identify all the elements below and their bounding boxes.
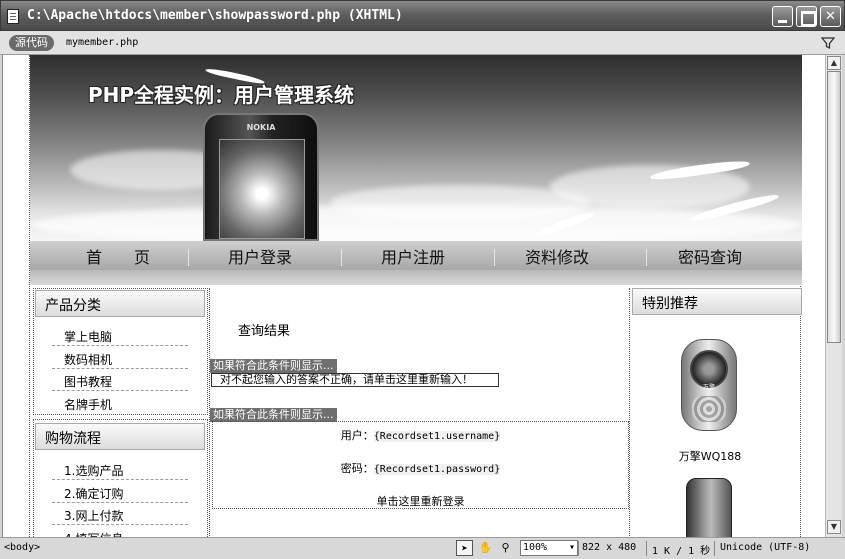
header-banner: PHP全程实例：用户管理系统 NOKIA [30, 55, 802, 241]
category-heading: 产品分类 [35, 290, 205, 317]
design-view[interactable]: PHP全程实例：用户管理系统 NOKIA 首 页 用户登录 用户注册 资料修改 … [2, 55, 825, 537]
process-step[interactable]: 2.确定订购 [52, 481, 188, 503]
filter-icon[interactable] [821, 36, 835, 50]
source-code-button[interactable]: 源代码 [9, 35, 54, 51]
banner-phone-image: NOKIA [203, 113, 319, 241]
status-bar: <body> ➤ ✋ ⚲ 100% 822 x 480 1 K / 1 秒 Un… [0, 537, 845, 559]
password-line: 密码：{Recordset1.password} [213, 460, 628, 476]
password-placeholder: {Recordset1.password} [373, 464, 501, 475]
window-title: C:\Apache\htdocs\member\showpassword.php… [27, 8, 403, 23]
nav-login[interactable]: 用户登录 [228, 244, 292, 268]
credentials-region: 用户：{Recordset1.username} 密码：{Recordset1.… [212, 421, 629, 509]
category-item[interactable]: 图书教程 [52, 369, 188, 391]
category-item[interactable]: 名牌手机 [52, 392, 188, 414]
main-content: 查询结果 如果符合此条件则显示... 对不起您输入的答案不正确，请单击这里重新输… [209, 288, 630, 537]
main-nav: 首 页 用户登录 用户注册 资料修改 密码查询 [30, 241, 802, 270]
nav-home[interactable]: 首 页 [86, 244, 150, 268]
left-sidebar: 产品分类 掌上电脑 数码相机 图书教程 名牌手机 购物流程 1.选购产品 2.确… [33, 288, 208, 537]
zoom-select[interactable]: 100% [520, 540, 578, 556]
relogin-link[interactable]: 单击这里重新登录 [213, 493, 628, 509]
scroll-thumb[interactable] [827, 71, 841, 343]
process-step[interactable]: 1.选购产品 [52, 458, 188, 480]
window-title-bar[interactable]: C:\Apache\htdocs\member\showpassword.php… [0, 0, 845, 31]
related-files-bar: 源代码 mymember.php [0, 31, 845, 55]
username-line: 用户：{Recordset1.username} [213, 427, 628, 443]
process-step[interactable]: 4.填写信息 [52, 526, 188, 537]
phone-brand: NOKIA [246, 123, 276, 132]
password-label: 密码： [340, 462, 374, 475]
conditional-region-tag[interactable]: 如果符合此条件则显示... [210, 408, 337, 422]
document-icon [7, 9, 19, 24]
encoding-readout: Unicode (UTF-8) [720, 542, 811, 553]
minimize-button[interactable] [772, 6, 793, 27]
related-file-tab[interactable]: mymember.php [66, 37, 138, 48]
site-title: PHP全程实例：用户管理系统 [88, 83, 355, 107]
query-result-area: 查询结果 如果符合此条件则显示... 对不起您输入的答案不正确，请单击这里重新输… [210, 288, 629, 422]
product-image[interactable] [686, 478, 732, 537]
tag-selector[interactable]: <body> [4, 542, 40, 553]
nav-register[interactable]: 用户注册 [381, 244, 445, 268]
conditional-region-tag[interactable]: 如果符合此条件则显示... [210, 359, 337, 373]
product-logo: 万擎 [702, 384, 715, 391]
nav-password-lookup[interactable]: 密码查询 [678, 244, 742, 268]
nav-edit-profile[interactable]: 资料修改 [525, 244, 589, 268]
query-result-heading: 查询结果 [238, 324, 291, 339]
select-tool-icon[interactable]: ➤ [456, 540, 473, 556]
zoom-tool-icon[interactable]: ⚲ [497, 540, 514, 556]
right-sidebar: 特别推荐 万擎 万擎WQ188 [632, 288, 802, 537]
maximize-button[interactable] [796, 6, 817, 27]
close-button[interactable]: ✕ [820, 6, 841, 27]
scroll-up-icon[interactable]: ▲ [827, 56, 841, 70]
window-size-readout[interactable]: 822 x 480 [582, 542, 636, 553]
product-name[interactable]: 万擎WQ188 [632, 448, 788, 464]
product-image[interactable]: 万擎 [681, 339, 737, 431]
scroll-down-icon[interactable]: ▼ [827, 520, 841, 534]
hand-tool-icon[interactable]: ✋ [477, 540, 494, 556]
category-item[interactable]: 掌上电脑 [52, 324, 188, 346]
username-placeholder: {Recordset1.username} [373, 431, 501, 442]
recommend-heading: 特别推荐 [632, 288, 802, 315]
process-heading: 购物流程 [35, 423, 205, 450]
vertical-scrollbar[interactable]: ▲ ▼ [825, 55, 842, 537]
category-item[interactable]: 数码相机 [52, 347, 188, 369]
nav-underline-strip [30, 270, 802, 285]
download-size-readout: 1 K / 1 秒 [652, 546, 711, 557]
wrong-answer-link[interactable]: 对不起您输入的答案不正确，请单击这里重新输入！ [211, 373, 499, 387]
username-label: 用户： [340, 429, 374, 442]
process-step[interactable]: 3.网上付款 [52, 503, 188, 525]
page-layout: PHP全程实例：用户管理系统 NOKIA 首 页 用户登录 用户注册 资料修改 … [29, 55, 802, 537]
